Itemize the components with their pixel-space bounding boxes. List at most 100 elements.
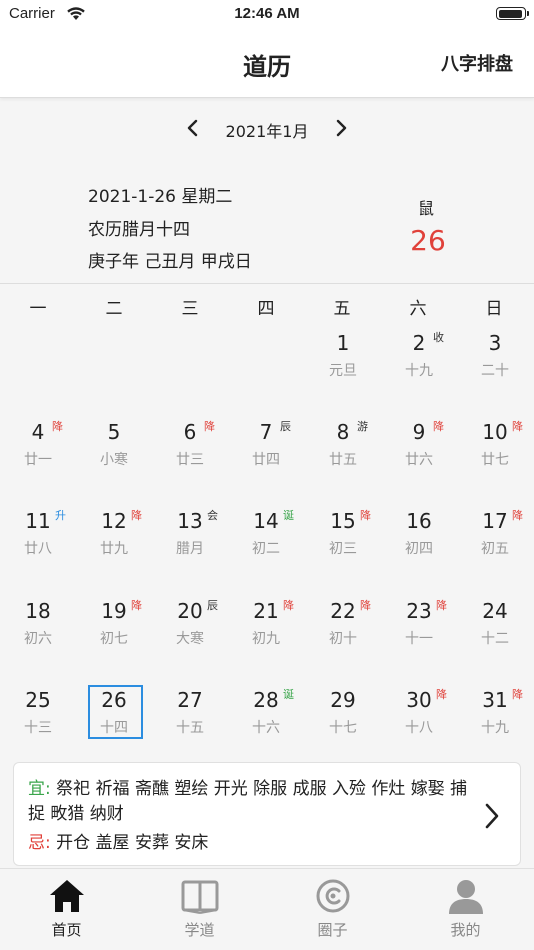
month-switcher: 2021年1月 xyxy=(0,98,534,158)
lunar-label: 十二 xyxy=(481,631,509,647)
yi-label: 宜: xyxy=(28,779,51,799)
tab-circle[interactable]: 圈子 xyxy=(266,869,399,950)
status-time: 12:46 AM xyxy=(234,5,300,22)
calendar-day[interactable]: 28 十六诞 xyxy=(228,680,304,769)
chevron-right-icon[interactable] xyxy=(482,801,502,831)
calendar-day[interactable]: 22 初十降 xyxy=(305,591,381,680)
tab-home[interactable]: 首页 xyxy=(0,869,133,950)
calendar-day[interactable]: 12 廿九降 xyxy=(76,501,152,590)
calendar-day[interactable]: 27 十五 xyxy=(152,680,228,769)
day-number: 8 xyxy=(336,420,350,444)
calendar-day[interactable]: 31 十九降 xyxy=(457,680,533,769)
lunar-label: 十五 xyxy=(176,720,204,736)
tab-label: 我的 xyxy=(450,921,481,939)
calendar-day[interactable]: 17 初五降 xyxy=(457,501,533,590)
calendar-day[interactable]: 20 大寒辰 xyxy=(152,591,228,680)
day-badge: 收 xyxy=(433,331,444,344)
lunar-label: 初九 xyxy=(252,631,280,647)
day-number: 25 xyxy=(25,688,51,712)
day-badge: 辰 xyxy=(280,420,291,433)
lunar-label: 大寒 xyxy=(176,631,204,647)
lunar-label: 廿五 xyxy=(329,452,357,468)
calendar-day[interactable]: 13 腊月会 xyxy=(152,501,228,590)
user-icon xyxy=(447,877,485,915)
calendar-day[interactable]: 24 十二 xyxy=(457,591,533,680)
calendar-day[interactable]: 25 十三 xyxy=(0,680,76,769)
yiji-card[interactable]: 宜: 祭祀 祈福 斋醮 塑绘 开光 除服 成服 入殓 作灶 嫁娶 捕捉 畋猎 纳… xyxy=(13,762,521,866)
lunar-label: 初四 xyxy=(405,541,433,557)
ji-text: 开仓 盖屋 安葬 安床 xyxy=(56,833,209,853)
day-number: 29 xyxy=(330,688,356,712)
lunar-label: 初六 xyxy=(24,631,52,647)
calendar-day[interactable]: 15 初三降 xyxy=(305,501,381,590)
calendar-day[interactable]: 1 元旦 xyxy=(305,323,381,412)
day-badge: 降 xyxy=(283,599,294,612)
day-number: 16 xyxy=(406,509,432,533)
lunar-label: 廿四 xyxy=(252,452,280,468)
tab-study[interactable]: 学道 xyxy=(133,869,266,950)
calendar-day[interactable]: 29 十七 xyxy=(305,680,381,769)
day-badge: 降 xyxy=(436,599,447,612)
day-number: 9 xyxy=(412,420,426,444)
big-day-number: 26 xyxy=(410,224,446,257)
calendar-day[interactable]: 6 廿三 降 xyxy=(152,412,228,501)
day-badge: 诞 xyxy=(283,688,294,701)
calendar-day[interactable]: 16 初四 xyxy=(381,501,457,590)
lunar-label: 廿一 xyxy=(24,452,52,468)
calendar-day[interactable]: 4 廿一 降 xyxy=(0,412,76,501)
lunar-label: 十六 xyxy=(252,720,280,736)
lunar-date: 农历腊月十四 xyxy=(88,220,190,240)
lunar-label: 十三 xyxy=(24,720,52,736)
calendar-day[interactable]: 21 初九降 xyxy=(228,591,304,680)
lunar-label: 初三 xyxy=(329,541,357,557)
lunar-label: 十九 xyxy=(405,363,433,379)
lunar-label: 廿九 xyxy=(100,541,128,557)
calendar-day[interactable]: 3 二十 xyxy=(457,323,533,412)
calendar-day[interactable]: 14 初二诞 xyxy=(228,501,304,590)
weekday-label: 一 xyxy=(29,299,47,319)
calendar-day[interactable]: 9 廿六 降 xyxy=(381,412,457,501)
calendar-day[interactable]: 11 廿八升 xyxy=(0,501,76,590)
lunar-label: 廿六 xyxy=(405,452,433,468)
lunar-label: 廿七 xyxy=(481,452,509,468)
tab-label: 学道 xyxy=(184,921,215,939)
lunar-label: 廿三 xyxy=(176,452,204,468)
calendar-day[interactable]: 19 初七降 xyxy=(76,591,152,680)
zodiac-label: 鼠 xyxy=(418,199,435,218)
calendar-day[interactable]: 2 十九 收 xyxy=(381,323,457,412)
calendar-day[interactable]: 23 十一降 xyxy=(381,591,457,680)
lunar-label: 初七 xyxy=(100,631,128,647)
weekday-label: 六 xyxy=(409,299,427,319)
day-number: 4 xyxy=(31,420,45,444)
day-number: 3 xyxy=(488,331,502,355)
calendar-day[interactable]: 8 廿五 游 xyxy=(305,412,381,501)
calendar-grid: 1 元旦 2 十九收 3 二十 4 廿一降 5 小寒 6 廿三降 7 廿四辰 8 廿五游 9 廿六降 10 廿七降 11… xyxy=(0,323,534,768)
tab-mine[interactable]: 我的 xyxy=(399,869,532,950)
day-badge: 降 xyxy=(131,599,142,612)
day-number: 27 xyxy=(177,688,203,712)
circle-icon xyxy=(314,877,352,915)
calendar-day[interactable]: 18 初六 xyxy=(0,591,76,680)
yi-row: 宜: 祭祀 祈福 斋醮 塑绘 开光 除服 成服 入殓 作灶 嫁娶 捕捉 畋猎 纳… xyxy=(28,777,468,827)
bazi-button[interactable]: 八字排盘 xyxy=(441,50,513,76)
yi-text: 祭祀 祈福 斋醮 塑绘 开光 除服 成服 入殓 作灶 嫁娶 捕捉 畋猎 纳财 xyxy=(28,779,468,824)
day-badge: 降 xyxy=(512,509,523,522)
calendar-day[interactable]: 30 十八降 xyxy=(381,680,457,769)
chevron-right-icon[interactable] xyxy=(329,116,353,140)
calendar-day[interactable]: 7 廿四 辰 xyxy=(228,412,304,501)
day-badge: 辰 xyxy=(207,599,218,612)
day-number: 18 xyxy=(25,599,51,623)
nav-bar: 道历 八字排盘 xyxy=(0,28,534,98)
lunar-label: 十九 xyxy=(481,720,509,736)
day-number: 5 xyxy=(107,420,121,444)
lunar-label: 腊月 xyxy=(176,541,204,557)
calendar-day[interactable]: 10 廿七降 xyxy=(457,412,533,501)
calendar-day[interactable]: 5 小寒 xyxy=(76,412,152,501)
day-number: 7 xyxy=(259,420,273,444)
day-number: 24 xyxy=(482,599,508,623)
day-number: 6 xyxy=(183,420,197,444)
day-badge: 降 xyxy=(512,688,523,701)
battery-icon xyxy=(496,7,529,20)
day-badge: 降 xyxy=(360,599,371,612)
lunar-label: 小寒 xyxy=(100,452,128,468)
